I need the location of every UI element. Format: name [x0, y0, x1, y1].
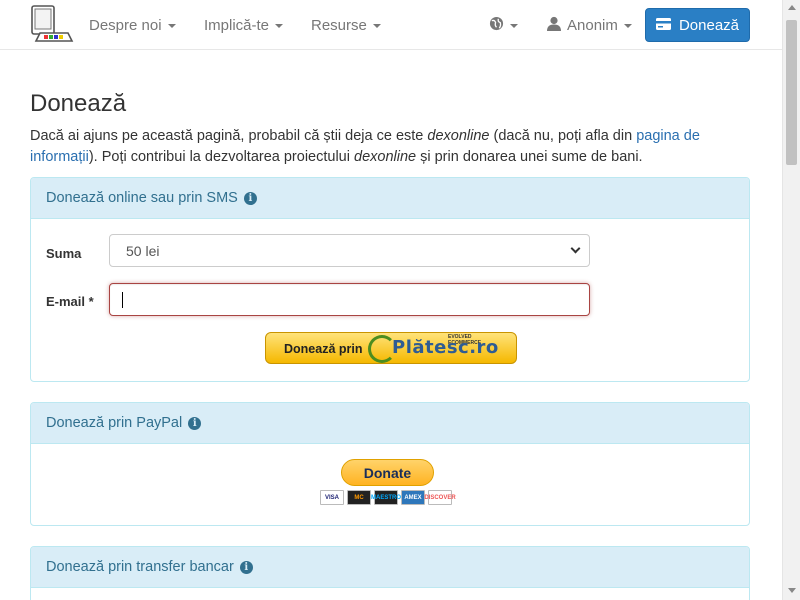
mastercard-icon: MC	[347, 490, 371, 505]
maestro-icon: MAESTRO	[371, 490, 401, 505]
intro-text: Dacă ai ajuns pe această pagină, probabi…	[30, 128, 428, 144]
intro-text: ). Poți contribui la dezvoltarea proiect…	[88, 149, 354, 165]
amount-label: Suma	[46, 246, 82, 261]
nav-resources-label: Resurse	[311, 16, 367, 34]
paypal-donate-button[interactable]: Donate	[341, 459, 434, 486]
scroll-up-icon[interactable]	[788, 5, 796, 10]
info-icon[interactable]: i	[188, 416, 202, 430]
scroll-thumb[interactable]	[786, 20, 797, 165]
email-field[interactable]	[109, 283, 590, 316]
euplatesc-brand: Plătesc.ro	[392, 337, 499, 358]
intro-text: (dacă nu, poți afla din	[489, 128, 637, 144]
user-name: Anonim	[567, 16, 618, 34]
euplatesc-button-label: Donează prin	[284, 342, 363, 356]
nav-involve-label: Implică-te	[204, 16, 270, 34]
caret-down-icon	[275, 24, 284, 28]
donate-nav-button[interactable]: Donează	[645, 8, 750, 42]
language-menu[interactable]	[489, 15, 518, 35]
panel-donate-bank: Donează prin transfer bancar i	[30, 546, 750, 600]
user-menu[interactable]: Anonim	[547, 15, 632, 35]
site-logo[interactable]	[30, 3, 74, 45]
euplatesc-logo: EVOLVED ECOMMERCE Plătesc.ro	[366, 334, 502, 363]
globe-icon	[489, 16, 504, 35]
amex-icon: AMEX	[401, 490, 425, 505]
credit-card-icon	[655, 17, 671, 34]
panel-heading: Donează prin PayPal i	[31, 403, 749, 444]
caret-down-icon	[167, 24, 176, 28]
panel-donate-paypal: Donează prin PayPal i Donate VISA MC MAE…	[30, 402, 750, 526]
user-icon	[547, 16, 561, 35]
amount-selected-value: 50 lei	[126, 242, 160, 259]
text-caret	[122, 292, 123, 308]
intro-emphasis: dexonline	[427, 128, 490, 144]
amount-select[interactable]: 50 lei	[109, 234, 590, 267]
donate-nav-label: Donează	[678, 16, 740, 34]
visa-card-icon: VISA	[320, 490, 344, 505]
caret-down-icon	[510, 24, 518, 28]
panel-heading: Donează prin transfer bancar i	[31, 547, 749, 588]
caret-down-icon	[372, 24, 381, 28]
nav-resources[interactable]: Resurse	[311, 15, 381, 35]
panel-title: Donează online sau prin SMS	[46, 190, 238, 206]
intro-paragraph: Dacă ai ajuns pe această pagină, probabi…	[30, 126, 750, 168]
email-label: E-mail *	[46, 294, 94, 309]
chevron-down-icon	[570, 243, 581, 254]
panel-heading: Donează online sau prin SMS i	[31, 178, 749, 219]
intro-text: și prin donarea unei sume de bani.	[416, 149, 643, 165]
info-icon[interactable]: i	[239, 560, 253, 574]
payment-cards: VISA MC MAESTRO AMEX DISCOVER	[320, 490, 456, 505]
nav-involve[interactable]: Implică-te	[204, 15, 284, 35]
nav-about[interactable]: Despre noi	[89, 15, 176, 35]
page-title: Donează	[30, 90, 127, 117]
info-icon[interactable]: i	[243, 191, 257, 205]
discover-icon: DISCOVER	[424, 490, 456, 505]
intro-emphasis: dexonline	[354, 149, 417, 165]
navbar: Despre noi Implică-te Resurse Anonim Don…	[0, 0, 782, 50]
panel-donate-online: Donează online sau prin SMS i Suma 50 le…	[30, 177, 750, 382]
page-scrollbar[interactable]	[782, 0, 800, 600]
euplatesc-donate-button[interactable]: Donează prin EVOLVED ECOMMERCE Plătesc.r…	[265, 332, 517, 364]
nav-about-label: Despre noi	[89, 16, 162, 34]
caret-down-icon	[623, 24, 632, 28]
scroll-down-icon[interactable]	[788, 588, 796, 593]
panel-title: Donează prin PayPal	[46, 415, 183, 431]
panel-title: Donează prin transfer bancar	[46, 559, 234, 575]
